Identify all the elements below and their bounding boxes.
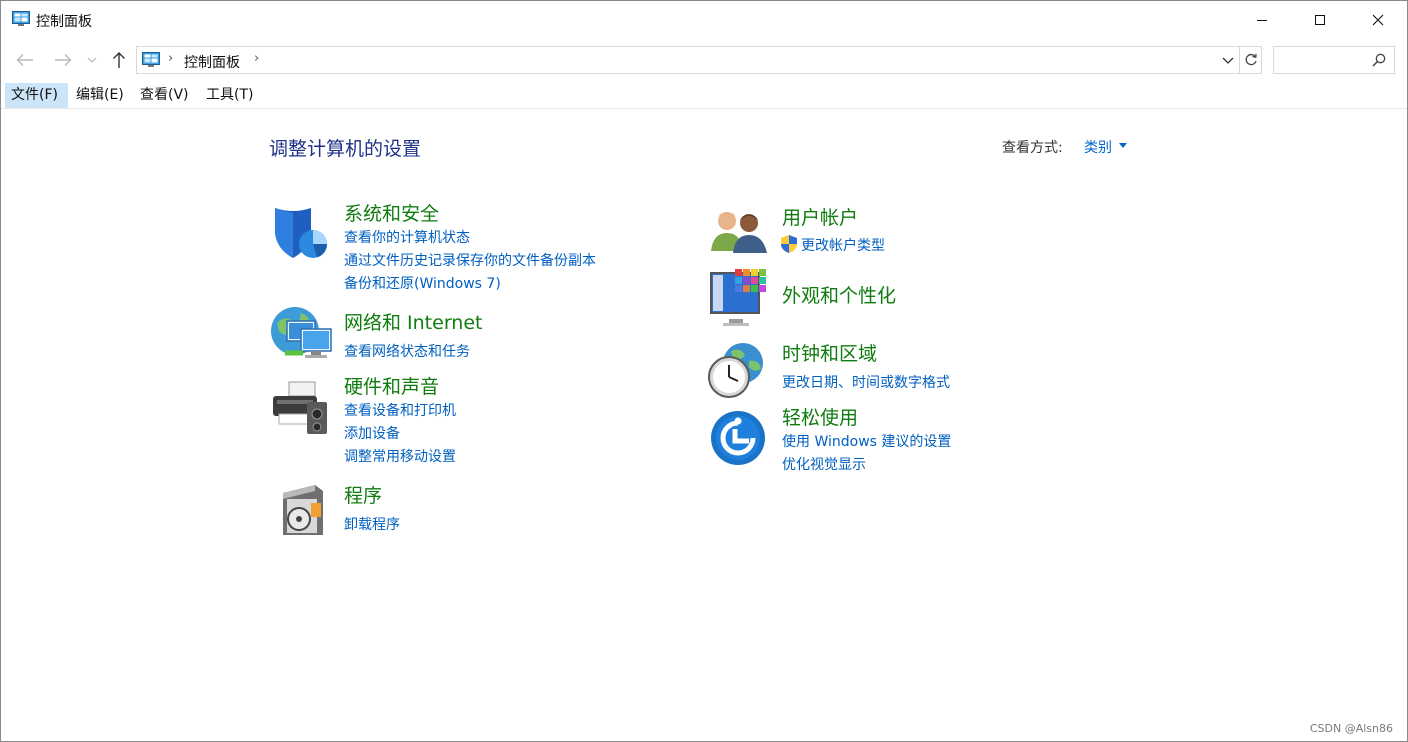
category-system-security[interactable]: 系统和安全 [344,199,439,226]
control-panel-window: 控制面板 › 控制面板 › 文件(F) 编辑(E) 查看(V) 工具(T) 调整… [0,0,1408,742]
category-programs[interactable]: 程序 [344,481,382,508]
recent-locations-button[interactable] [83,47,101,73]
maximize-icon [1315,15,1325,25]
menu-tools[interactable]: 工具(T) [200,83,259,108]
refresh-icon [1245,53,1257,66]
caret-down-icon[interactable] [1119,143,1127,148]
arrow-right-icon [55,54,72,66]
menu-file[interactable]: 文件(F) [5,83,68,108]
category-hardware-sound[interactable]: 硬件和声音 [344,372,439,399]
page-title: 调整计算机的设置 [269,138,422,160]
link-view-network-status[interactable]: 查看网络状态和任务 [344,341,470,361]
watermark: CSDN @Alsn86 [1309,722,1393,735]
link-change-account-type[interactable]: 更改帐户类型 [801,235,885,255]
link-file-history-backup[interactable]: 通过文件历史记录保存你的文件备份副本 [344,250,596,270]
up-button[interactable] [107,47,131,73]
arrow-up-icon [113,52,125,68]
title-bar: 控制面板 [1,1,1407,39]
printer-speaker-icon[interactable] [271,378,331,436]
search-box[interactable] [1273,46,1395,74]
breadcrumb-separator[interactable]: › [168,51,173,66]
link-view-computer-status[interactable]: 查看你的计算机状态 [344,227,470,247]
link-change-date-time-format[interactable]: 更改日期、时间或数字格式 [782,372,950,392]
link-optimize-display[interactable]: 优化视觉显示 [782,454,866,474]
breadcrumb-separator[interactable]: › [254,51,259,66]
shield-icon[interactable] [271,204,331,262]
ease-of-access-icon[interactable] [709,409,767,467]
address-dropdown-button[interactable] [1219,50,1237,70]
breadcrumb-control-panel[interactable]: 控制面板 [184,52,240,72]
forward-button[interactable] [51,47,75,73]
uac-shield-icon [781,235,797,253]
close-icon [1372,14,1384,26]
control-panel-icon [142,52,160,67]
category-clock-region[interactable]: 时钟和区域 [782,339,877,366]
address-bar[interactable]: › 控制面板 › [136,46,1240,74]
menu-view[interactable]: 查看(V) [134,83,195,108]
link-mobility-settings[interactable]: 调整常用移动设置 [344,446,456,466]
chevron-down-icon [1222,57,1234,64]
arrow-left-icon [16,54,33,66]
category-appearance[interactable]: 外观和个性化 [782,281,896,308]
programs-icon[interactable] [277,483,329,537]
globe-network-icon[interactable] [269,305,333,365]
search-input[interactable] [1278,50,1366,70]
category-user-accounts[interactable]: 用户帐户 [782,203,858,230]
minimize-icon [1257,20,1267,21]
menu-edit[interactable]: 编辑(E) [70,83,130,108]
menu-bar: 文件(F) 编辑(E) 查看(V) 工具(T) [1,83,1407,109]
control-panel-icon [12,11,30,26]
category-network-internet[interactable]: 网络和 Internet [344,308,482,335]
clock-globe-icon[interactable] [707,341,767,399]
close-button[interactable] [1349,1,1407,39]
appearance-icon[interactable] [709,269,769,327]
user-accounts-icon[interactable] [709,205,769,255]
category-ease-of-access[interactable]: 轻松使用 [782,403,858,430]
link-add-device[interactable]: 添加设备 [344,423,400,443]
link-recommended-settings[interactable]: 使用 Windows 建议的设置 [782,431,951,451]
link-devices-printers[interactable]: 查看设备和打印机 [344,400,456,420]
window-title: 控制面板 [36,14,92,30]
view-by-label: 查看方式: [1002,140,1063,156]
view-by-dropdown[interactable]: 类别 [1084,137,1112,157]
search-icon[interactable] [1372,53,1386,67]
back-button[interactable] [13,47,37,73]
link-backup-restore[interactable]: 备份和还原(Windows 7) [344,273,501,293]
link-uninstall-program[interactable]: 卸载程序 [344,514,400,534]
chevron-down-icon [87,57,97,63]
maximize-button[interactable] [1291,1,1349,39]
minimize-button[interactable] [1233,1,1291,39]
refresh-button[interactable] [1240,46,1262,74]
